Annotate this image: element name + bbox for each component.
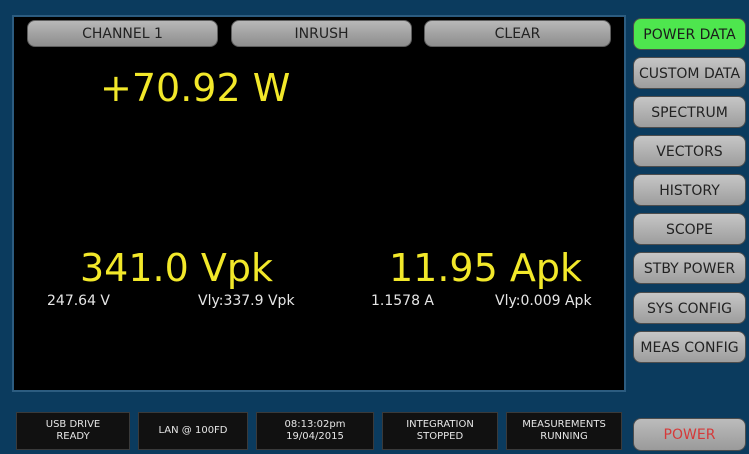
current-valley-value: Vly:0.009 Apk: [495, 293, 592, 309]
current-peak-value: 11.95 Apk: [389, 246, 582, 290]
measurements-status: MEASUREMENTS RUNNING: [506, 412, 622, 450]
usb-status-line1: USB DRIVE: [45, 419, 101, 430]
lan-status-line1: LAN @ 100FD: [158, 425, 228, 436]
clock-status: 08:13:02pm 19/04/2015: [256, 412, 374, 450]
sidebar-item-vectors[interactable]: VECTORS: [633, 135, 746, 167]
usb-drive-status: USB DRIVE READY: [16, 412, 130, 450]
measurements-status-line2: RUNNING: [540, 431, 588, 442]
lan-status: LAN @ 100FD: [138, 412, 248, 450]
sidebar-item-power-data[interactable]: POWER DATA: [633, 18, 746, 50]
voltage-rms-value: 247.64 V: [47, 293, 111, 309]
sidebar-item-stby-power[interactable]: STBY POWER: [633, 252, 746, 284]
sidebar-item-meas-config[interactable]: MEAS CONFIG: [633, 331, 746, 363]
channel-button[interactable]: CHANNEL 1: [27, 20, 218, 47]
integration-status-line1: INTEGRATION: [406, 419, 474, 430]
sidebar-item-scope[interactable]: SCOPE: [633, 213, 746, 245]
usb-status-line2: READY: [56, 431, 90, 442]
time-value: 08:13:02pm: [284, 419, 346, 430]
power-button[interactable]: POWER: [633, 418, 746, 451]
integration-status-line2: STOPPED: [416, 431, 464, 442]
voltage-peak-value: 341.0 Vpk: [80, 246, 273, 290]
sidebar-item-custom-data[interactable]: CUSTOM DATA: [633, 57, 746, 89]
sidebar-item-sys-config[interactable]: SYS CONFIG: [633, 292, 746, 324]
date-value: 19/04/2015: [286, 431, 344, 442]
measurements-status-line1: MEASUREMENTS: [522, 419, 606, 430]
power-value: +70.92 W: [100, 66, 291, 110]
sidebar-item-history[interactable]: HISTORY: [633, 174, 746, 206]
clear-button[interactable]: CLEAR: [424, 20, 611, 47]
inrush-button[interactable]: INRUSH: [231, 20, 412, 47]
sidebar-item-spectrum[interactable]: SPECTRUM: [633, 96, 746, 128]
voltage-valley-value: Vly:337.9 Vpk: [198, 293, 295, 309]
current-rms-value: 1.1578 A: [371, 293, 435, 309]
integration-status: INTEGRATION STOPPED: [382, 412, 498, 450]
display-divider: [12, 392, 626, 408]
